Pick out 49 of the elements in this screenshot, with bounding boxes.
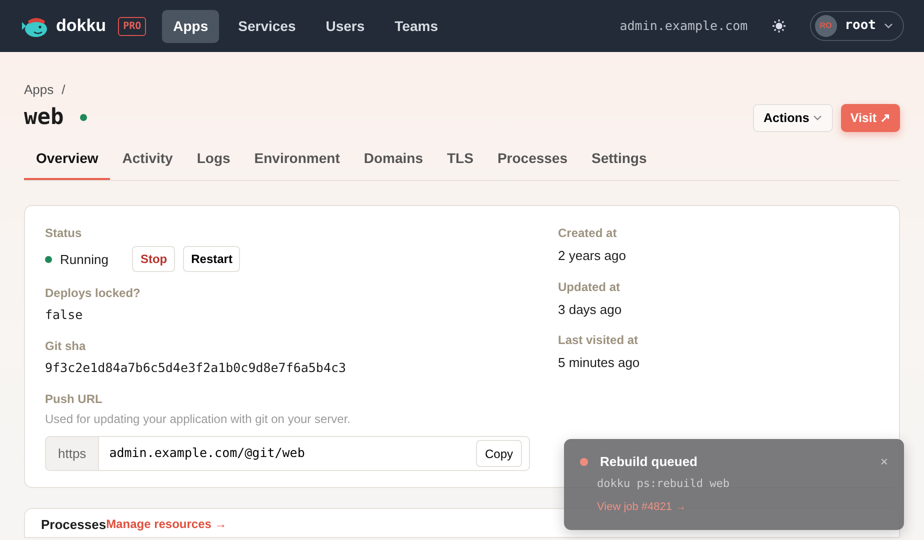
field-label: Status bbox=[45, 225, 83, 242]
nav-item[interactable]: Services bbox=[227, 10, 307, 42]
field-value: false bbox=[45, 306, 84, 324]
theme-toggle-icon[interactable] bbox=[772, 19, 786, 33]
tab[interactable]: TLS bbox=[435, 140, 486, 180]
url-prefix: https bbox=[45, 436, 100, 472]
tab[interactable]: Settings bbox=[580, 140, 659, 180]
field-label: Deploys locked? bbox=[45, 285, 142, 302]
actions-button[interactable]: Actions bbox=[752, 104, 834, 132]
user-menu-button[interactable]: RO root bbox=[810, 11, 904, 41]
chevron-icon bbox=[813, 114, 822, 121]
field-value: 2 years ago bbox=[558, 247, 627, 266]
breadcrumb-link[interactable]: Apps bbox=[24, 80, 54, 100]
toast-dot bbox=[580, 458, 588, 466]
status-dot bbox=[80, 114, 87, 122]
status-text: Running bbox=[60, 250, 108, 269]
toast-command: dokku ps:rebuild web bbox=[597, 476, 730, 492]
tab[interactable]: Logs bbox=[184, 140, 242, 180]
card-title: Processes bbox=[41, 516, 106, 534]
field-label: Updated at bbox=[558, 278, 622, 296]
field-value: 5 minutes ago bbox=[558, 354, 640, 372]
tab[interactable]: Processes bbox=[485, 140, 580, 180]
breadcrumb-separator: / bbox=[62, 81, 66, 99]
app-title: web bbox=[24, 104, 64, 132]
plan-badge: PRO bbox=[118, 16, 146, 36]
tab[interactable]: Activity bbox=[110, 140, 185, 180]
status-dot bbox=[45, 256, 52, 263]
field-label: Created at bbox=[558, 225, 618, 242]
field-label: Push URL bbox=[45, 390, 104, 408]
copy-button[interactable]: Copy bbox=[476, 440, 522, 468]
host-name: admin.example.com bbox=[620, 16, 748, 35]
toast-title: Rebuild queued bbox=[600, 453, 698, 471]
user-avatar: RO bbox=[814, 15, 837, 37]
field-label: Last visited at bbox=[558, 332, 640, 350]
field-value: 3 days ago bbox=[558, 300, 623, 319]
restart-button[interactable]: Restart bbox=[183, 246, 240, 272]
help-text: Used for updating your application with git on your server. bbox=[45, 410, 352, 428]
stop-button[interactable]: Stop bbox=[132, 246, 176, 272]
field-value: 9f3c2e1d84a7b6c5d4e3f2a1b0c9d8e7f6a5b4c3 bbox=[45, 359, 348, 377]
nav-item[interactable]: Teams bbox=[384, 10, 449, 42]
nav-item[interactable]: Apps bbox=[162, 10, 220, 42]
manage-resources-link[interactable]: Manage resources → bbox=[106, 515, 227, 538]
tab[interactable]: Overview bbox=[24, 140, 110, 180]
chevron-icon bbox=[884, 23, 893, 29]
field-label: Git sha bbox=[45, 338, 87, 355]
brand-name[interactable]: dokku bbox=[56, 13, 106, 39]
nav-item[interactable]: Users bbox=[314, 10, 376, 42]
tab[interactable]: Domains bbox=[352, 140, 435, 180]
tab[interactable]: Environment bbox=[242, 140, 352, 180]
